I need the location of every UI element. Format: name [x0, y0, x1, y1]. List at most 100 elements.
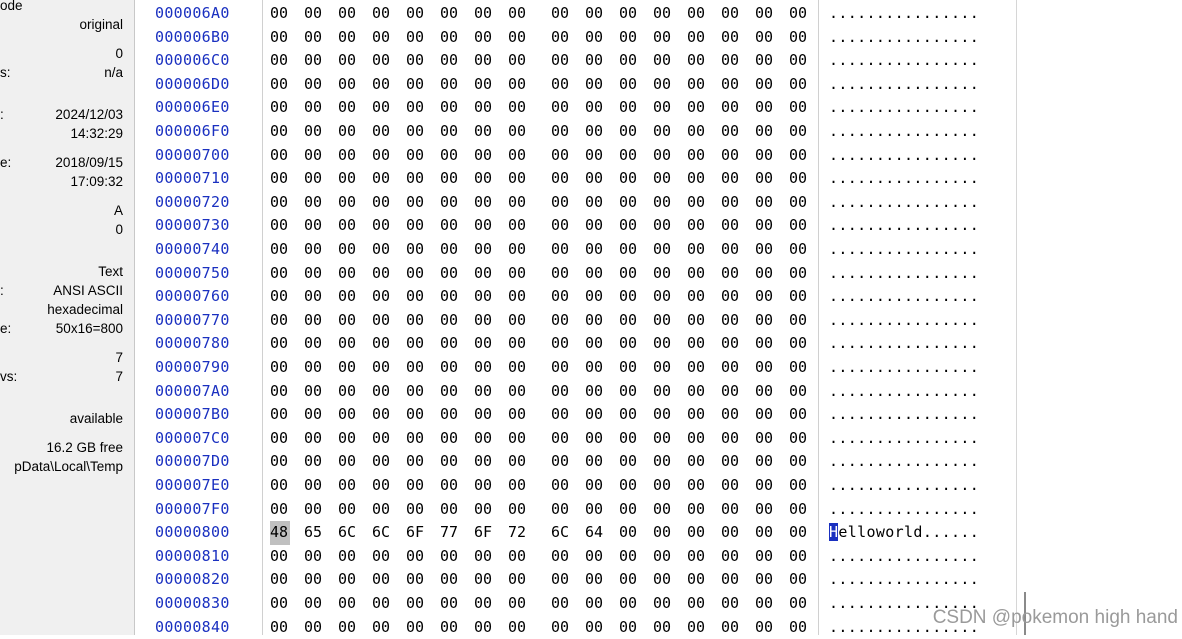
hex-byte[interactable]: 00	[653, 26, 673, 50]
hex-byte[interactable]: 00	[653, 498, 673, 522]
hex-byte[interactable]: 00	[372, 285, 392, 309]
hex-byte[interactable]: 00	[304, 498, 324, 522]
hex-byte[interactable]: 00	[406, 144, 426, 168]
hex-byte[interactable]: 00	[687, 120, 707, 144]
hex-byte[interactable]: 00	[687, 498, 707, 522]
hex-byte[interactable]: 00	[508, 380, 528, 404]
hex-byte[interactable]: 00	[406, 2, 426, 26]
hex-byte[interactable]: 00	[551, 356, 571, 380]
hex-byte[interactable]: 00	[474, 568, 494, 592]
hex-byte[interactable]: 00	[721, 2, 741, 26]
hex-byte[interactable]: 00	[406, 498, 426, 522]
hex-byte[interactable]: 00	[508, 332, 528, 356]
hex-byte[interactable]: 00	[551, 332, 571, 356]
hex-byte[interactable]: 00	[474, 49, 494, 73]
hex-byte[interactable]: 00	[474, 191, 494, 215]
hex-byte[interactable]: 00	[653, 332, 673, 356]
hex-byte[interactable]: 00	[755, 498, 775, 522]
hex-byte[interactable]: 00	[687, 450, 707, 474]
hex-byte[interactable]: 00	[508, 26, 528, 50]
hex-byte[interactable]: 00	[338, 403, 358, 427]
hex-byte[interactable]: 00	[585, 474, 605, 498]
hex-byte[interactable]: 00	[687, 167, 707, 191]
hex-byte[interactable]: 00	[585, 592, 605, 616]
hex-byte[interactable]: 6F	[406, 521, 426, 545]
hex-byte[interactable]: 00	[755, 403, 775, 427]
hex-byte[interactable]: 00	[755, 120, 775, 144]
hex-byte[interactable]: 00	[304, 427, 324, 451]
hex-byte[interactable]: 00	[789, 380, 809, 404]
hex-byte[interactable]: 00	[406, 403, 426, 427]
hex-byte[interactable]: 00	[619, 474, 639, 498]
hex-byte[interactable]: 00	[440, 2, 460, 26]
hex-byte[interactable]: 00	[789, 332, 809, 356]
hex-byte[interactable]: 00	[440, 120, 460, 144]
hex-byte[interactable]: 00	[721, 120, 741, 144]
hex-byte[interactable]: 00	[440, 49, 460, 73]
hex-byte[interactable]: 00	[270, 262, 290, 286]
hex-byte[interactable]: 00	[508, 73, 528, 97]
hex-byte[interactable]: 00	[474, 167, 494, 191]
hex-byte[interactable]: 64	[585, 521, 605, 545]
hex-byte[interactable]: 00	[619, 380, 639, 404]
hex-byte[interactable]: 00	[372, 26, 392, 50]
hex-byte[interactable]: 00	[755, 592, 775, 616]
hex-byte[interactable]: 00	[440, 332, 460, 356]
hex-byte[interactable]: 6C	[551, 521, 571, 545]
hex-byte[interactable]: 00	[619, 238, 639, 262]
hex-byte[interactable]: 00	[406, 356, 426, 380]
hex-byte[interactable]: 00	[755, 285, 775, 309]
ascii-column[interactable]: ................	[829, 450, 979, 474]
ascii-column[interactable]: ................	[829, 262, 979, 286]
hex-byte[interactable]: 00	[338, 2, 358, 26]
hex-byte[interactable]: 00	[755, 96, 775, 120]
hex-byte[interactable]: 00	[372, 167, 392, 191]
hex-byte[interactable]: 00	[721, 545, 741, 569]
ascii-column[interactable]: ................	[829, 309, 979, 333]
hex-byte[interactable]: 00	[304, 545, 324, 569]
hex-byte[interactable]: 00	[270, 26, 290, 50]
hex-byte[interactable]: 00	[585, 144, 605, 168]
hex-byte[interactable]: 00	[474, 214, 494, 238]
hex-byte[interactable]: 00	[585, 26, 605, 50]
hex-byte[interactable]: 00	[304, 26, 324, 50]
ascii-column[interactable]: ................	[829, 96, 979, 120]
hex-byte[interactable]: 00	[270, 474, 290, 498]
hex-byte[interactable]: 00	[372, 450, 392, 474]
hex-byte[interactable]: 00	[653, 309, 673, 333]
hex-byte[interactable]: 00	[304, 191, 324, 215]
hex-byte[interactable]: 00	[721, 238, 741, 262]
hex-byte[interactable]: 00	[755, 191, 775, 215]
ascii-column[interactable]: ................	[829, 2, 979, 26]
hex-byte[interactable]: 00	[687, 356, 707, 380]
hex-byte[interactable]: 00	[619, 2, 639, 26]
hex-byte[interactable]: 00	[304, 167, 324, 191]
hex-byte[interactable]: 00	[653, 521, 673, 545]
hex-byte[interactable]: 00	[304, 238, 324, 262]
hex-byte[interactable]: 6F	[474, 521, 494, 545]
hex-byte[interactable]: 00	[474, 474, 494, 498]
hex-byte[interactable]: 00	[270, 592, 290, 616]
hex-byte[interactable]: 00	[619, 616, 639, 639]
hex-byte[interactable]: 00	[338, 120, 358, 144]
hex-byte[interactable]: 00	[338, 191, 358, 215]
hex-byte[interactable]: 00	[789, 474, 809, 498]
hex-byte[interactable]: 00	[440, 238, 460, 262]
hex-byte[interactable]: 00	[551, 26, 571, 50]
hex-byte[interactable]: 00	[687, 144, 707, 168]
hex-byte[interactable]: 00	[789, 450, 809, 474]
hex-byte[interactable]: 00	[619, 568, 639, 592]
hex-byte[interactable]: 00	[653, 144, 673, 168]
hex-byte[interactable]: 00	[338, 450, 358, 474]
hex-byte[interactable]: 00	[789, 356, 809, 380]
hex-byte[interactable]: 00	[474, 498, 494, 522]
hex-byte[interactable]: 00	[508, 120, 528, 144]
ascii-column[interactable]: ................	[829, 356, 979, 380]
hex-byte[interactable]: 00	[508, 568, 528, 592]
ascii-column[interactable]: ................	[829, 427, 979, 451]
hex-byte[interactable]: 00	[304, 403, 324, 427]
hex-byte[interactable]: 00	[372, 332, 392, 356]
hex-byte[interactable]: 00	[551, 73, 571, 97]
hex-byte[interactable]: 00	[755, 262, 775, 286]
hex-byte[interactable]: 00	[270, 214, 290, 238]
